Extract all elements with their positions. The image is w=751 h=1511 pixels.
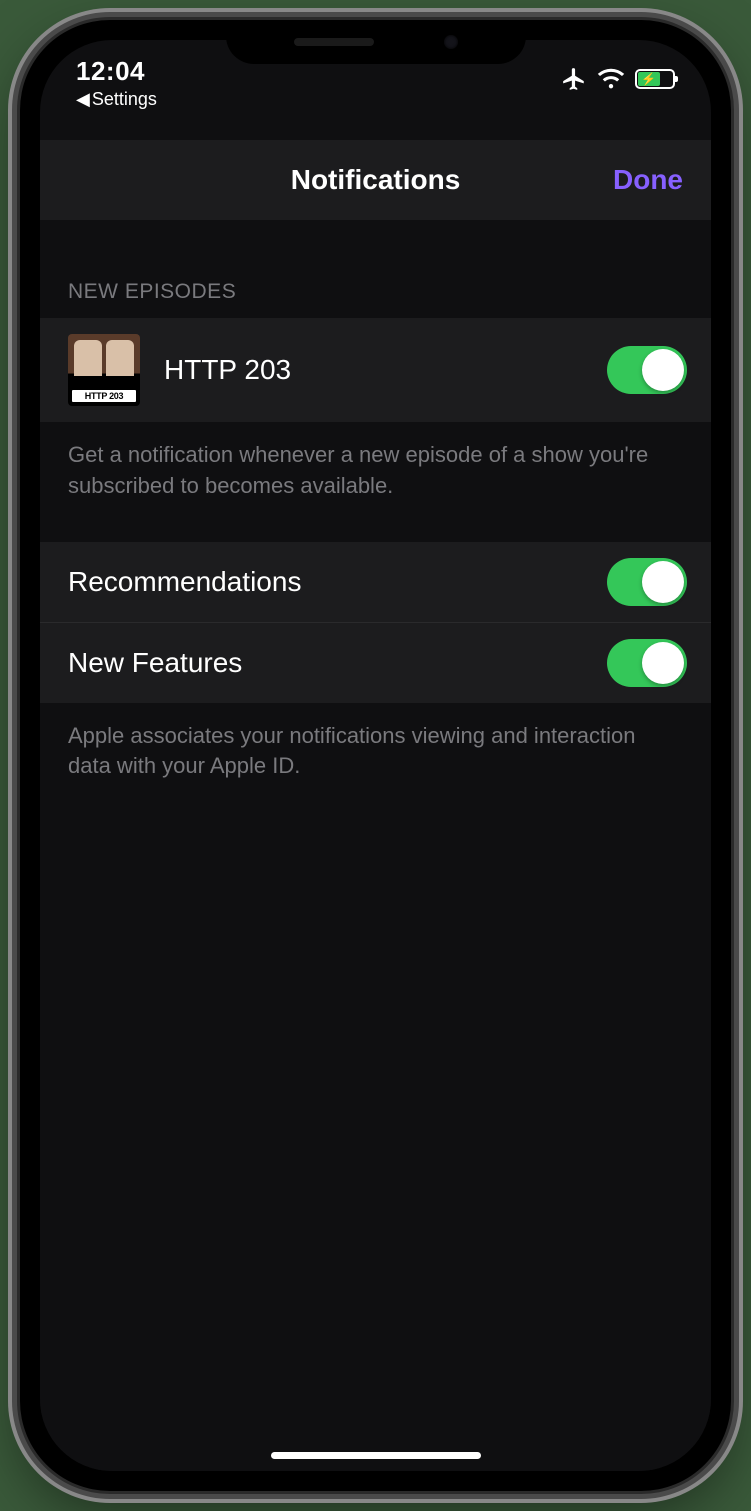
podcast-thumbnail-caption: HTTP 203 [72, 390, 136, 402]
wifi-icon [597, 68, 625, 90]
device-notch [226, 20, 526, 64]
screen: 12:04 ◀ Settings ⚡ Notifications [40, 40, 711, 1471]
front-camera [444, 35, 458, 49]
row-label-recommendations: Recommendations [68, 566, 607, 598]
toggle-recommendations[interactable] [607, 558, 687, 606]
section-footer-new-episodes: Get a notification whenever a new episod… [40, 422, 711, 542]
section-footer-general: Apple associates your notifications view… [40, 703, 711, 823]
section-header-new-episodes: NEW EPISODES [40, 220, 711, 318]
status-time: 12:04 [76, 56, 145, 87]
page-title: Notifications [291, 164, 461, 196]
row-recommendations[interactable]: Recommendations [40, 542, 711, 623]
list-group-new-episodes: HTTP 203 HTTP 203 [40, 318, 711, 422]
home-indicator[interactable] [271, 1452, 481, 1459]
done-button[interactable]: Done [613, 164, 683, 196]
row-label-new-features: New Features [68, 647, 607, 679]
battery-icon: ⚡ [635, 69, 675, 89]
toggle-new-features[interactable] [607, 639, 687, 687]
airplane-mode-icon [561, 66, 587, 92]
speaker-slot [294, 38, 374, 46]
breadcrumb-back-label: Settings [92, 89, 157, 110]
nav-header: Notifications Done [40, 140, 711, 220]
podcast-row-label: HTTP 203 [164, 354, 607, 386]
breadcrumb-back[interactable]: ◀ Settings [76, 89, 157, 110]
content-scroll[interactable]: NEW EPISODES HTTP 203 HTTP 203 Get a not… [40, 220, 711, 1471]
podcast-row-http203[interactable]: HTTP 203 HTTP 203 [40, 318, 711, 422]
chevron-left-icon: ◀ [76, 89, 90, 110]
podcast-thumbnail: HTTP 203 [68, 334, 140, 406]
toggle-http203[interactable] [607, 346, 687, 394]
row-new-features[interactable]: New Features [40, 623, 711, 703]
phone-frame: 12:04 ◀ Settings ⚡ Notifications [20, 20, 731, 1491]
charging-bolt-icon: ⚡ [641, 73, 656, 85]
list-group-general: Recommendations New Features [40, 542, 711, 703]
